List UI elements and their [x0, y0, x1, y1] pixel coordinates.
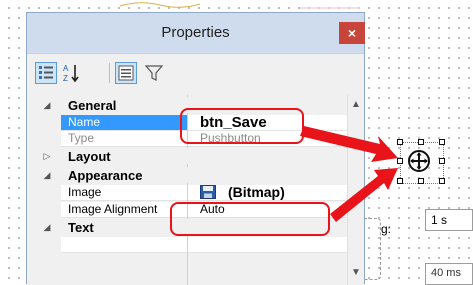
svg-text:A: A — [63, 64, 69, 73]
toolbar-separator — [109, 63, 110, 83]
callout-image-highlight — [170, 202, 330, 236]
property-row-partial[interactable] — [27, 237, 347, 253]
category-appearance[interactable]: ◢ Appearance — [27, 167, 347, 183]
scroll-up-icon[interactable]: ▲ — [348, 97, 364, 113]
property-partial-value[interactable] — [188, 237, 347, 253]
expand-icon[interactable]: ▷ — [41, 150, 53, 162]
floppy-disk-icon — [200, 185, 216, 199]
collapse-icon[interactable]: ◢ — [41, 99, 53, 111]
toolbar: A Z — [27, 53, 364, 96]
property-partial-label — [61, 237, 187, 253]
category-label: Appearance — [68, 168, 143, 183]
background-time-input[interactable]: 1 s — [425, 209, 473, 231]
vertical-scrollbar[interactable]: ▲ ▼ — [347, 95, 364, 285]
scroll-down-icon[interactable]: ▼ — [348, 265, 364, 281]
resize-handle-sw[interactable] — [397, 178, 403, 184]
filter-icon — [144, 65, 164, 81]
background-label: g: — [381, 222, 392, 236]
resize-handle-se[interactable] — [439, 178, 445, 184]
resize-handle-n[interactable] — [418, 139, 424, 145]
resize-handle-e[interactable] — [439, 158, 445, 164]
window-title: Properties — [161, 24, 230, 41]
resize-handle-w[interactable] — [397, 158, 403, 164]
filter-button[interactable] — [143, 62, 165, 84]
property-image-label: Image — [61, 185, 187, 201]
category-label: Layout — [68, 149, 111, 164]
close-button[interactable]: × — [339, 22, 365, 44]
categorized-icon — [39, 66, 53, 79]
category-layout[interactable]: ▷ Layout — [27, 148, 347, 164]
collapse-icon[interactable]: ◢ — [41, 221, 53, 233]
callout-name-highlight — [180, 108, 304, 144]
property-name-label: Name — [61, 115, 187, 131]
resize-handle-s[interactable] — [418, 178, 424, 184]
category-label: General — [68, 98, 117, 113]
property-image-value[interactable]: (Bitmap) — [188, 185, 347, 201]
collapse-icon[interactable]: ◢ — [41, 169, 53, 181]
resize-handle-nw[interactable] — [397, 139, 403, 145]
svg-text:Z: Z — [63, 74, 68, 83]
move-icon[interactable] — [407, 149, 431, 173]
property-pages-button[interactable] — [115, 62, 137, 84]
title-bar[interactable]: Properties × — [27, 13, 365, 53]
sort-alphabetical-button[interactable]: A Z — [61, 62, 83, 84]
categorized-button[interactable] — [35, 62, 57, 84]
category-label: Text — [68, 220, 94, 235]
sort-alphabetical-icon: A Z — [63, 64, 79, 83]
property-row-image[interactable]: Image (Bitmap) — [27, 185, 347, 201]
resize-handle-ne[interactable] — [439, 139, 445, 145]
properties-window: Properties × A Z ◢ General Name btn_Save… — [26, 12, 365, 285]
property-pages-icon — [118, 65, 134, 81]
property-type-label: Type — [61, 131, 187, 147]
selected-button-control[interactable] — [394, 138, 446, 184]
property-image-alignment-label: Image Alignment — [61, 202, 187, 218]
image-value-text: (Bitmap) — [228, 184, 285, 200]
